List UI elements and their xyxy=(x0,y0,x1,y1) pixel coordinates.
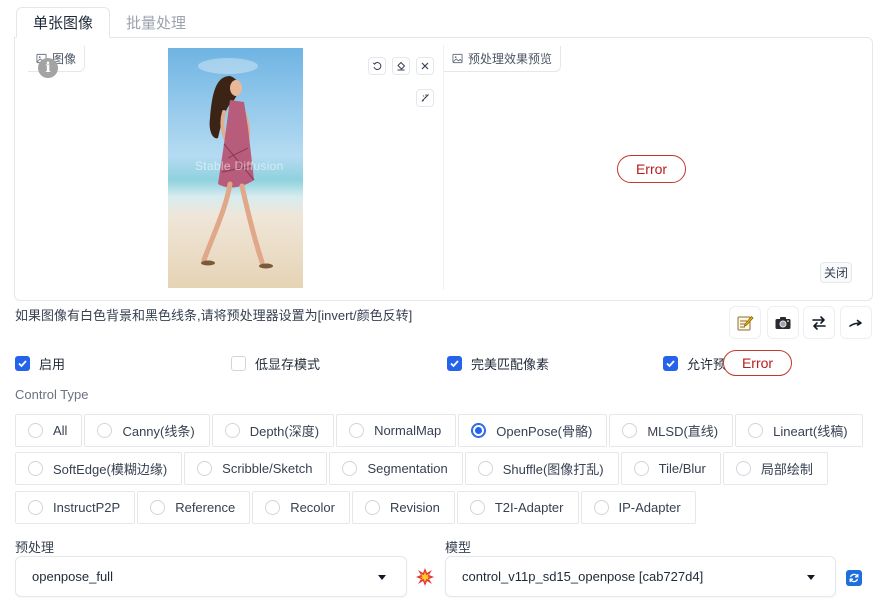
check-icon xyxy=(18,360,27,368)
control-type-row-3: InstructP2P Reference Recolor Revision T… xyxy=(15,491,698,524)
info-icon[interactable]: i xyxy=(38,58,58,78)
radio-circle[interactable] xyxy=(633,461,649,476)
tab-batch[interactable]: 批量处理 xyxy=(110,7,202,38)
run-preprocessor-button[interactable] xyxy=(414,566,436,588)
radio-circle[interactable] xyxy=(364,500,380,515)
radio-circle-selected[interactable] xyxy=(471,423,487,438)
check-icon xyxy=(666,360,675,368)
radio-all[interactable]: All xyxy=(15,414,83,447)
model-select[interactable]: control_v11p_sd15_openpose [cab727d4] xyxy=(445,556,836,597)
send-icon xyxy=(849,319,862,327)
model-label: 模型 xyxy=(445,540,472,555)
clear-image-button[interactable] xyxy=(416,57,434,75)
radio-circle[interactable] xyxy=(28,500,43,515)
low-vram-checkbox[interactable]: 低显存模式 xyxy=(231,354,320,373)
send-dimensions-button[interactable] xyxy=(840,306,872,339)
eraser-button[interactable] xyxy=(392,57,410,75)
radio-lineart[interactable]: Lineart(线稿) xyxy=(735,414,863,447)
radio-revision[interactable]: Revision xyxy=(351,491,455,524)
notepad-button[interactable] xyxy=(729,306,761,339)
checkbox-box[interactable] xyxy=(15,356,30,371)
radio-ip-adapter[interactable]: IP-Adapter xyxy=(580,491,696,524)
radio-t2i-adapter[interactable]: T2I-Adapter xyxy=(456,491,579,524)
checkbox-box[interactable] xyxy=(447,356,462,371)
camera-icon xyxy=(775,316,791,329)
radio-circle[interactable] xyxy=(735,461,751,476)
radio-circle[interactable] xyxy=(342,461,358,476)
explosion-icon xyxy=(416,568,434,586)
radio-circle[interactable] xyxy=(224,423,240,438)
radio-circle[interactable] xyxy=(28,423,43,438)
eraser-icon xyxy=(397,61,406,71)
preprocessor-label: 预处理 xyxy=(15,540,55,555)
radio-circle[interactable] xyxy=(593,500,609,515)
notepad-icon xyxy=(737,315,754,330)
camera-button[interactable] xyxy=(767,306,799,339)
radio-mlsd[interactable]: MLSD(直线) xyxy=(609,414,734,447)
enable-checkbox[interactable]: 启用 xyxy=(15,354,65,373)
swap-dimensions-button[interactable] xyxy=(803,306,835,339)
radio-depth[interactable]: Depth(深度) xyxy=(211,414,335,447)
close-preview-button[interactable]: 关闭 xyxy=(820,262,852,283)
radio-inpaint[interactable]: 局部绘制 xyxy=(722,452,828,485)
close-icon xyxy=(421,62,429,70)
radio-circle[interactable] xyxy=(748,423,764,438)
radio-instructp2p[interactable]: InstructP2P xyxy=(15,491,136,524)
radio-segmentation[interactable]: Segmentation xyxy=(329,452,463,485)
radio-circle[interactable] xyxy=(477,461,493,476)
preview-label: 预处理效果预览 xyxy=(444,46,562,72)
radio-circle[interactable] xyxy=(622,423,638,438)
invert-hint: 如果图像有白色背景和黑色线条,请将预处理器设置为[invert/颜色反转] xyxy=(15,308,413,323)
chevron-down-icon xyxy=(378,575,386,580)
rotate-icon xyxy=(372,62,382,71)
tab-single-image[interactable]: 单张图像 xyxy=(16,7,111,38)
control-type-row-2: SoftEdge(模糊边缘) Scribble/Sketch Segmentat… xyxy=(15,452,830,485)
refresh-models-button[interactable] xyxy=(846,570,862,586)
radio-scribble[interactable]: Scribble/Sketch xyxy=(184,452,328,485)
checkbox-error-badge: Error xyxy=(723,350,792,376)
photo-watermark: Stable Diffusion xyxy=(195,159,284,173)
allow-preview-checkbox[interactable]: 允许预 xyxy=(663,354,726,373)
tab-bar: 单张图像 批量处理 xyxy=(16,7,202,38)
checkbox-box[interactable] xyxy=(663,356,678,371)
radio-reference[interactable]: Reference xyxy=(137,491,251,524)
radio-tile[interactable]: Tile/Blur xyxy=(620,452,721,485)
radio-circle[interactable] xyxy=(197,461,213,476)
preprocessor-select[interactable]: openpose_full xyxy=(15,556,407,597)
pixel-perfect-checkbox[interactable]: 完美匹配像素 xyxy=(447,354,549,373)
radio-circle[interactable] xyxy=(28,461,43,476)
rotate-button[interactable] xyxy=(368,57,386,75)
swap-icon xyxy=(812,315,826,330)
radio-normalmap[interactable]: NormalMap xyxy=(336,414,457,447)
radio-circle[interactable] xyxy=(469,500,485,515)
radio-openpose[interactable]: OpenPose(骨骼) xyxy=(458,414,608,447)
brush-button[interactable] xyxy=(416,89,434,107)
checkbox-box[interactable] xyxy=(231,356,246,371)
radio-canny[interactable]: Canny(线条) xyxy=(84,414,210,447)
radio-softedge[interactable]: SoftEdge(模糊边缘) xyxy=(15,452,183,485)
radio-shuffle[interactable]: Shuffle(图像打乱) xyxy=(464,452,619,485)
chevron-down-icon xyxy=(807,575,815,580)
radio-circle[interactable] xyxy=(150,500,166,515)
brush-icon xyxy=(421,94,429,102)
preview-error-badge: Error xyxy=(617,155,686,183)
control-type-row-1: All Canny(线条) Depth(深度) NormalMap OpenPo… xyxy=(15,414,865,447)
refresh-icon xyxy=(849,573,859,583)
radio-circle[interactable] xyxy=(97,423,113,438)
image-icon xyxy=(452,53,463,64)
radio-circle[interactable] xyxy=(265,500,281,515)
radio-circle[interactable] xyxy=(349,423,365,438)
control-type-label: Control Type xyxy=(15,387,89,402)
check-icon xyxy=(450,360,459,368)
radio-recolor[interactable]: Recolor xyxy=(252,491,350,524)
